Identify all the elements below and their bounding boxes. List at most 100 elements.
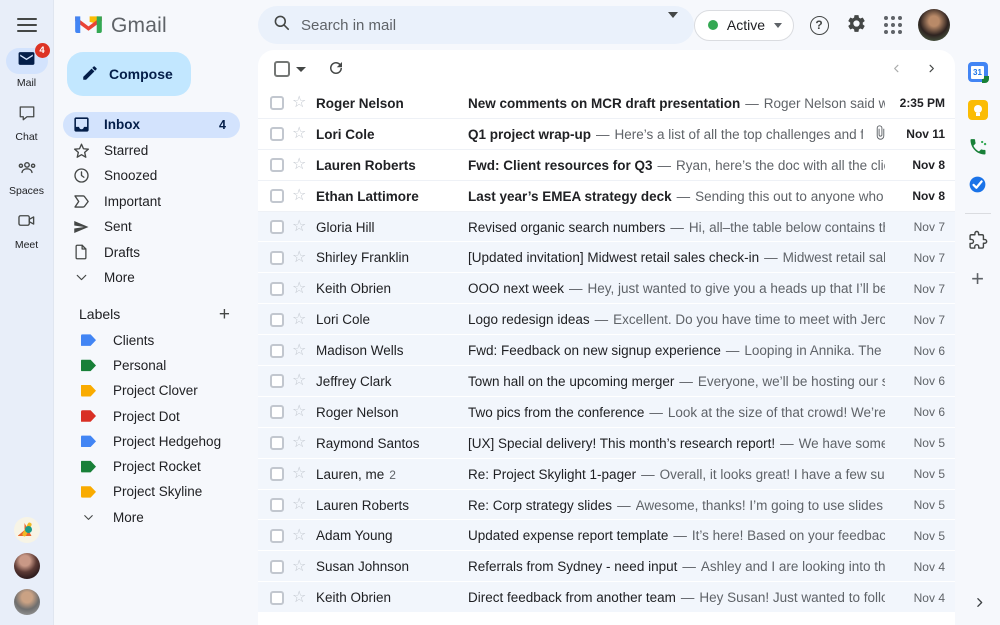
star-toggle[interactable]: ☆ xyxy=(292,280,316,297)
search-options-button[interactable] xyxy=(662,11,684,39)
label-item-project-dot[interactable]: Project Dot xyxy=(55,403,248,428)
star-toggle[interactable]: ☆ xyxy=(292,188,316,204)
label-item-project-skyline[interactable]: Project Skyline xyxy=(55,479,248,504)
label-item-clients[interactable]: Clients xyxy=(55,328,248,353)
row-checkbox[interactable] xyxy=(270,250,284,265)
email-row[interactable]: ☆ Raymond Santos [UX] Special delivery! Th… xyxy=(258,427,955,459)
row-checkbox[interactable] xyxy=(270,96,284,111)
email-row[interactable]: ☆ Roger Nelson Two pics from the conferenc… xyxy=(258,396,955,428)
select-options-caret[interactable] xyxy=(296,66,306,72)
star-toggle[interactable]: ☆ xyxy=(292,95,316,111)
keep-button[interactable] xyxy=(967,99,989,121)
email-row[interactable]: ☆ Keith Obrien OOO next week — Hey, just wan… xyxy=(258,273,955,305)
label-item-personal[interactable]: Personal xyxy=(55,353,248,378)
sidebar-item-starred[interactable]: Starred xyxy=(55,138,240,164)
compose-button[interactable]: Compose xyxy=(67,52,191,96)
row-checkbox[interactable] xyxy=(270,436,284,451)
email-row[interactable]: ☆ Lauren Roberts Fwd: Client resources for… xyxy=(258,149,955,181)
status-selector[interactable]: Active xyxy=(693,9,794,41)
sidebar-item-drafts[interactable]: Drafts xyxy=(55,240,240,266)
email-row[interactable]: ☆ Lauren Roberts Re: Corp strategy slides —… xyxy=(258,489,955,521)
email-content: Town hall on the upcoming merger — Everyon… xyxy=(468,374,885,389)
star-toggle[interactable]: ☆ xyxy=(292,497,316,513)
row-checkbox[interactable] xyxy=(270,312,284,327)
row-checkbox[interactable] xyxy=(270,127,284,142)
newer-page-button[interactable] xyxy=(891,62,902,77)
row-checkbox[interactable] xyxy=(270,189,284,204)
calendar-button[interactable]: 31 xyxy=(967,61,989,83)
star-toggle[interactable]: ☆ xyxy=(292,157,316,173)
chat-avatar-1[interactable] xyxy=(13,553,40,579)
email-row[interactable]: ☆ Jeffrey Clark Town hall on the upcoming … xyxy=(258,366,955,397)
sidebar-item-important[interactable]: Important xyxy=(55,189,240,215)
email-row[interactable]: ☆ Adam Young Updated expense report templa… xyxy=(258,520,955,552)
email-row[interactable]: ☆ Ethan Lattimore Last year’s EMEA strateg… xyxy=(258,180,955,212)
rail-item-meet[interactable]: Meet xyxy=(6,210,48,251)
row-checkbox[interactable] xyxy=(270,498,284,513)
plus-button[interactable]: + xyxy=(967,268,989,290)
star-toggle[interactable]: ☆ xyxy=(292,373,316,389)
label-item-more[interactable]: More xyxy=(55,505,248,530)
rail-item-chat[interactable]: Chat xyxy=(6,102,48,143)
rail-item-mail[interactable]: 4 Mail xyxy=(5,43,50,89)
email-row[interactable]: ☆ Gloria Hill Revised organic search numbe… xyxy=(258,211,955,243)
email-date: Nov 4 xyxy=(913,590,945,605)
row-checkbox[interactable] xyxy=(270,590,284,605)
row-checkbox[interactable] xyxy=(270,405,284,420)
account-avatar[interactable] xyxy=(918,9,950,41)
search-input[interactable] xyxy=(301,16,662,34)
chat-avatar-2[interactable] xyxy=(13,589,40,615)
row-checkbox[interactable] xyxy=(270,220,284,234)
star-toggle[interactable]: ☆ xyxy=(292,435,316,451)
row-checkbox[interactable] xyxy=(270,559,284,574)
row-checkbox[interactable] xyxy=(270,528,284,543)
row-checkbox[interactable] xyxy=(270,281,284,296)
sidebar-item-sent[interactable]: Sent xyxy=(55,214,240,240)
settings-button[interactable] xyxy=(844,13,868,37)
sidebar-item-snoozed[interactable]: Snoozed xyxy=(55,163,240,189)
select-all-checkbox[interactable] xyxy=(274,61,290,77)
label-item-project-rocket[interactable]: Project Rocket xyxy=(55,454,248,479)
row-checkbox[interactable] xyxy=(270,467,284,482)
star-toggle[interactable]: ☆ xyxy=(292,527,316,544)
star-toggle[interactable]: ☆ xyxy=(292,342,316,359)
calendar-icon: 31 xyxy=(967,62,989,83)
email-row[interactable]: ☆ Shirley Franklin [Updated invitation] Mi… xyxy=(258,242,955,274)
google-apps-button[interactable] xyxy=(881,13,905,37)
email-row[interactable]: ☆ Lori Cole Logo redesign ideas — Excellent.… xyxy=(258,304,955,336)
star-toggle[interactable]: ☆ xyxy=(292,126,316,142)
star-toggle[interactable]: ☆ xyxy=(292,466,316,482)
workspace-logo[interactable] xyxy=(13,517,40,543)
email-row[interactable]: ☆ Roger Nelson New comments on MCR draft p… xyxy=(258,88,955,119)
star-toggle[interactable]: ☆ xyxy=(292,311,316,328)
label-tag-icon xyxy=(81,435,96,448)
add-label-button[interactable]: + xyxy=(219,305,240,324)
email-row[interactable]: ☆ Lauren, me 2 Re: Project Skylight 1-pager… xyxy=(258,458,955,490)
addons-button[interactable] xyxy=(967,230,989,252)
email-row[interactable]: ☆ Lori Cole Q1 project wrap-up — Here’s a li… xyxy=(258,118,955,150)
main-menu-button[interactable] xyxy=(16,18,37,32)
label-item-project-clover[interactable]: Project Clover xyxy=(55,378,248,403)
sidebar-item-inbox[interactable]: Inbox 4 xyxy=(63,112,240,138)
row-checkbox[interactable] xyxy=(270,343,284,358)
rail-item-spaces[interactable]: Spaces xyxy=(6,156,48,197)
voice-button[interactable] xyxy=(967,137,989,159)
email-row[interactable]: ☆ Keith Obrien Direct feedback from anothe… xyxy=(258,582,955,614)
star-toggle[interactable]: ☆ xyxy=(292,558,316,575)
email-row[interactable]: ☆ Madison Wells Fwd: Feedback on new signu… xyxy=(258,335,955,367)
label-item-project-hedgehog[interactable]: Project Hedgehog xyxy=(55,429,248,454)
star-toggle[interactable]: ☆ xyxy=(292,219,316,235)
row-checkbox[interactable] xyxy=(270,158,284,173)
refresh-icon xyxy=(327,59,345,80)
help-button[interactable]: ? xyxy=(807,13,831,37)
sidebar-item-more[interactable]: More xyxy=(55,265,240,291)
refresh-button[interactable] xyxy=(324,57,348,81)
star-toggle[interactable]: ☆ xyxy=(292,589,316,606)
older-page-button[interactable] xyxy=(926,62,937,77)
star-toggle[interactable]: ☆ xyxy=(292,404,316,420)
row-checkbox[interactable] xyxy=(270,374,284,389)
tasks-button[interactable] xyxy=(967,175,989,197)
star-toggle[interactable]: ☆ xyxy=(292,249,316,266)
email-row[interactable]: ☆ Susan Johnson Referrals from Sydney - ne… xyxy=(258,551,955,583)
side-panel-expand-button[interactable] xyxy=(973,596,986,612)
